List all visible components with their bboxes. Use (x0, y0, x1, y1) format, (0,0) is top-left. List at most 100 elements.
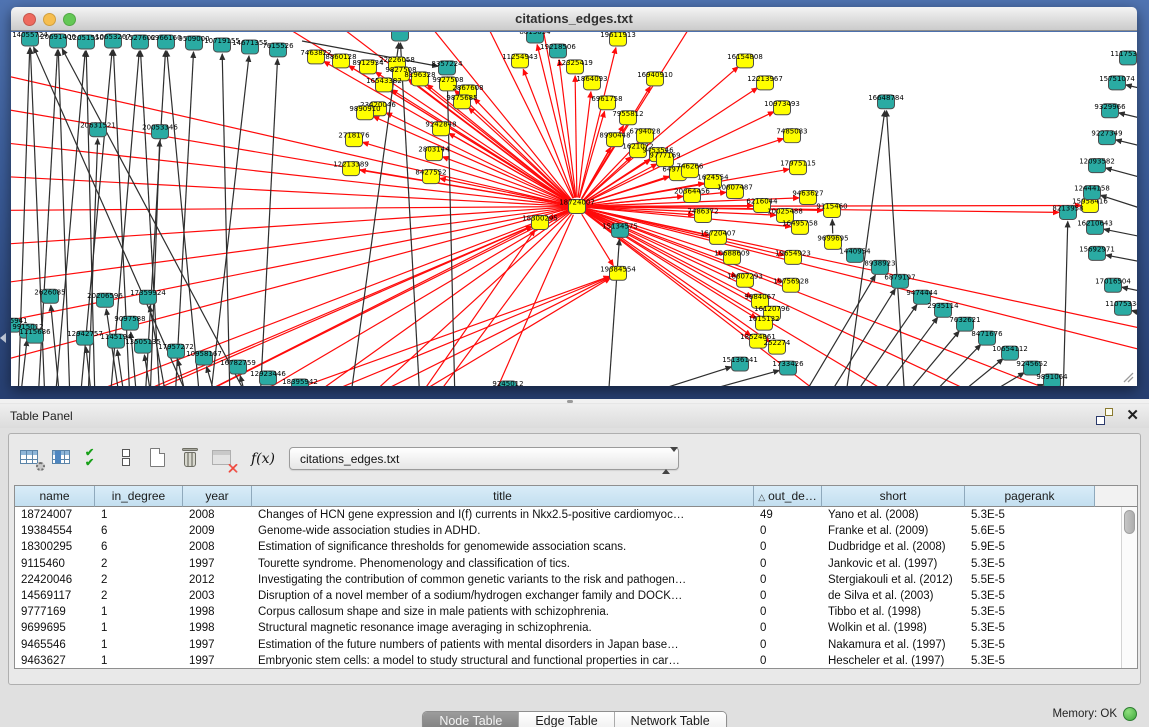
table-cell[interactable]: 1 (95, 653, 183, 668)
table-cell[interactable]: 9777169 (15, 604, 95, 620)
table-cell[interactable]: 1 (95, 620, 183, 636)
table-cell[interactable]: Yano et al. (2008) (822, 507, 965, 523)
table-cell[interactable]: 18300295 (15, 539, 95, 555)
table-cell[interactable]: 5.5E-5 (965, 572, 1095, 588)
table-cell[interactable]: 1998 (183, 604, 252, 620)
table-cell[interactable]: 1998 (183, 620, 252, 636)
splitter-handle-icon[interactable] (567, 400, 573, 403)
graph-edge[interactable] (1122, 287, 1137, 295)
graph-edge[interactable] (575, 76, 577, 198)
graph-edge[interactable] (11, 106, 568, 205)
network-window-titlebar[interactable]: citations_edges.txt (11, 7, 1137, 31)
float-panel-icon[interactable] (1096, 408, 1113, 425)
table-cell[interactable]: 1997 (183, 556, 252, 572)
table-row[interactable]: 977716911998Corpus callosum shape and si… (15, 604, 1121, 620)
table-cell[interactable]: 9465546 (15, 637, 95, 653)
table-cell[interactable]: 9463627 (15, 653, 95, 668)
table-cell[interactable]: 1997 (183, 637, 252, 653)
table-cell[interactable]: 2009 (183, 523, 252, 539)
table-cell[interactable]: 9115460 (15, 556, 95, 572)
table-cell[interactable]: 2012 (183, 572, 252, 588)
graph-edge[interactable] (585, 164, 657, 202)
table-cell[interactable]: 5.3E-5 (965, 620, 1095, 636)
table-row[interactable]: 1830029562008Estimation of significance … (15, 539, 1121, 555)
table-row[interactable]: 1456911722003Disruption of a novel membe… (15, 588, 1121, 604)
table-cell[interactable]: Hescheler et al. (1997) (822, 653, 965, 668)
column-header-out_de[interactable]: △out_de… (754, 486, 822, 507)
graph-edge[interactable] (222, 54, 230, 386)
column-header-year[interactable]: year (183, 486, 252, 507)
table-cell[interactable]: 0 (754, 620, 822, 636)
panel-collapse-arrow-icon[interactable] (0, 333, 6, 343)
table-row[interactable]: 946554611997Estimation of the future num… (15, 637, 1121, 653)
selection-mode-icon[interactable]: ✔✔ (81, 446, 111, 472)
table-cell[interactable]: 0 (754, 604, 822, 620)
row-height-icon[interactable] (113, 446, 143, 472)
graph-edge[interactable] (1119, 113, 1137, 123)
graph-edge[interactable] (1106, 168, 1137, 183)
scrollbar-thumb[interactable] (1124, 510, 1135, 534)
graph-edge[interactable] (925, 345, 981, 386)
table-row[interactable]: 1938455462009Genome-wide association stu… (15, 523, 1121, 539)
graph-edge[interactable] (608, 239, 619, 386)
table-settings-icon[interactable] (17, 446, 47, 472)
table-cell[interactable]: 14569117 (15, 588, 95, 604)
table-cell[interactable]: Disruption of a novel member of a sodium… (252, 588, 754, 604)
table-row[interactable]: 2242004622012Investigating the contribut… (15, 572, 1121, 588)
graph-edge[interactable] (120, 210, 569, 386)
table-cell[interactable]: Nakamura et al. (1997) (822, 637, 965, 653)
table-cell[interactable]: de Silva et al. (2003) (822, 588, 965, 604)
table-cell[interactable]: Tourette syndrome. Phenomenology and cla… (252, 556, 754, 572)
table-cell[interactable]: 0 (754, 588, 822, 604)
table-cell[interactable]: 2008 (183, 539, 252, 555)
table-row[interactable]: 1872400712008Changes of HCN gene express… (15, 507, 1121, 523)
table-cell[interactable]: 22420046 (15, 572, 95, 588)
table-cell[interactable]: 9699695 (15, 620, 95, 636)
graph-edge[interactable] (640, 367, 731, 386)
graph-edge[interactable] (240, 211, 569, 386)
table-cell[interactable]: Franke et al. (2009) (822, 523, 965, 539)
table-cell[interactable]: Corpus callosum shape and size in male p… (252, 604, 754, 620)
column-header-title[interactable]: title (252, 486, 754, 507)
table-cell[interactable]: Dudbridge et al. (2008) (822, 539, 965, 555)
table-cell[interactable]: 1 (95, 604, 183, 620)
graph-edge[interactable] (490, 215, 573, 386)
column-header-pagerank[interactable]: pagerank (965, 486, 1095, 507)
table-cell[interactable]: 2003 (183, 588, 252, 604)
network-canvas[interactable]: 1405572420691406120515501065326715276026… (11, 32, 1137, 386)
table-cell[interactable]: 1997 (183, 653, 252, 668)
table-cell[interactable]: Investigating the contribution of common… (252, 572, 754, 588)
graph-edge[interactable] (1063, 221, 1068, 386)
table-cell[interactable]: 5.3E-5 (965, 507, 1095, 523)
table-cell[interactable]: 0 (754, 523, 822, 539)
graph-edge[interactable] (175, 52, 194, 386)
table-row[interactable]: 911546021997Tourette syndrome. Phenomeno… (15, 556, 1121, 572)
function-builder-icon[interactable]: f(x) (241, 451, 281, 467)
table-cell[interactable]: 0 (754, 572, 822, 588)
table-cell[interactable]: 0 (754, 637, 822, 653)
graph-edge[interactable] (469, 108, 571, 201)
table-cell[interactable]: Estimation of significance thresholds fo… (252, 539, 754, 555)
table-cell[interactable]: 18724007 (15, 507, 95, 523)
table-cell[interactable]: 19384554 (15, 523, 95, 539)
graph-edge[interactable] (207, 367, 217, 386)
graph-edge[interactable] (474, 98, 571, 200)
table-cell[interactable]: 1 (95, 637, 183, 653)
graph-edge[interactable] (350, 43, 399, 386)
graph-edge[interactable] (975, 373, 1024, 386)
table-cell[interactable]: 49 (754, 507, 822, 523)
graph-edge[interactable] (950, 359, 1003, 386)
table-row[interactable]: 969969511998Structural magnetic resonanc… (15, 620, 1121, 636)
import-table-icon[interactable]: ❌ (209, 446, 239, 472)
table-cell[interactable]: 1 (95, 507, 183, 523)
graph-edge[interactable] (1132, 311, 1137, 319)
close-panel-icon[interactable]: ✕ (1126, 407, 1139, 425)
graph-edge[interactable] (167, 51, 200, 386)
table-cell[interactable]: Genome-wide association studies in ADHD. (252, 523, 754, 539)
table-cell[interactable]: 5.6E-5 (965, 523, 1095, 539)
citation-graph[interactable]: 1405572420691406120515501065326715276026… (11, 32, 1137, 386)
graph-edge[interactable] (449, 133, 569, 202)
graph-edge[interactable] (355, 278, 610, 386)
table-cell[interactable]: Jankovic et al. (1997) (822, 556, 965, 572)
graph-edge[interactable] (11, 141, 568, 206)
